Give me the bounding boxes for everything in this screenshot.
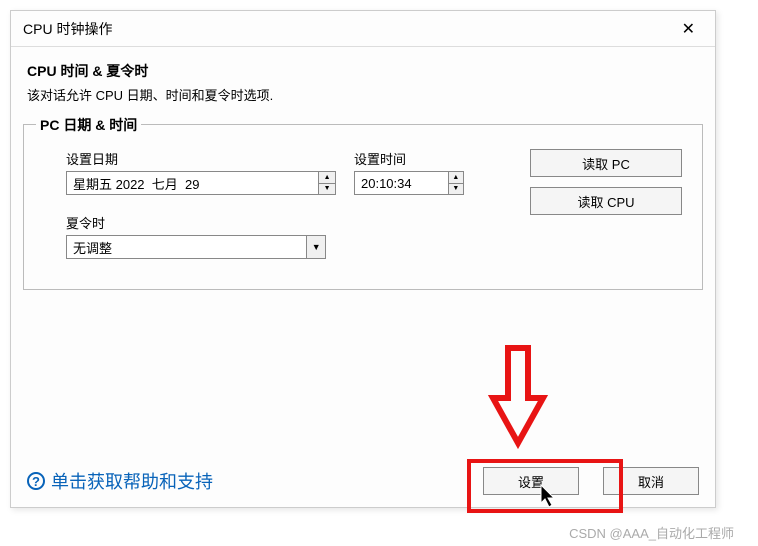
section-description: 该对话允许 CPU 日期、时间和夏令时选项. bbox=[27, 81, 699, 104]
time-spin-down-icon[interactable]: ▼ bbox=[449, 184, 463, 195]
section-title: CPU 时间 & 夏令时 bbox=[27, 61, 699, 81]
annotation-arrow bbox=[483, 343, 553, 453]
read-pc-button[interactable]: 读取 PC bbox=[530, 149, 682, 177]
date-field[interactable] bbox=[67, 172, 318, 194]
dst-select[interactable]: ▼ bbox=[66, 235, 326, 259]
chevron-down-icon[interactable]: ▼ bbox=[306, 236, 325, 258]
date-spin-down-icon[interactable]: ▼ bbox=[319, 184, 335, 195]
dst-field[interactable] bbox=[67, 236, 306, 258]
help-text: 单击获取帮助和支持 bbox=[51, 468, 213, 494]
dst-label: 夏令时 bbox=[66, 213, 326, 232]
time-label: 设置时间 bbox=[354, 149, 464, 168]
close-icon[interactable]: ✕ bbox=[674, 15, 703, 43]
dialog-title: CPU 时钟操作 bbox=[23, 19, 112, 39]
time-spin-up-icon[interactable]: ▲ bbox=[449, 172, 463, 184]
date-input[interactable]: ▲ ▼ bbox=[66, 171, 336, 195]
set-button[interactable]: 设置 bbox=[483, 467, 579, 495]
fieldset-title: PC 日期 & 时间 bbox=[36, 115, 141, 135]
help-link[interactable]: ? 单击获取帮助和支持 bbox=[27, 468, 213, 494]
section-header: CPU 时间 & 夏令时 该对话允许 CPU 日期、时间和夏令时选项. bbox=[11, 47, 715, 108]
pc-datetime-fieldset: PC 日期 & 时间 设置日期 ▲ ▼ bbox=[23, 124, 703, 290]
help-icon: ? bbox=[27, 472, 45, 490]
watermark: CSDN @AAA_自动化工程师 bbox=[569, 523, 734, 542]
time-spinner: ▲ ▼ bbox=[448, 172, 463, 194]
read-cpu-button[interactable]: 读取 CPU bbox=[530, 187, 682, 215]
date-spin-up-icon[interactable]: ▲ bbox=[319, 172, 335, 184]
date-spinner: ▲ ▼ bbox=[318, 172, 335, 194]
cpu-clock-dialog: CPU 时钟操作 ✕ CPU 时间 & 夏令时 该对话允许 CPU 日期、时间和… bbox=[10, 10, 716, 508]
cancel-button[interactable]: 取消 bbox=[603, 467, 699, 495]
time-field[interactable] bbox=[355, 172, 448, 194]
titlebar: CPU 时钟操作 ✕ bbox=[11, 11, 715, 47]
date-label: 设置日期 bbox=[66, 149, 336, 168]
time-input[interactable]: ▲ ▼ bbox=[354, 171, 464, 195]
